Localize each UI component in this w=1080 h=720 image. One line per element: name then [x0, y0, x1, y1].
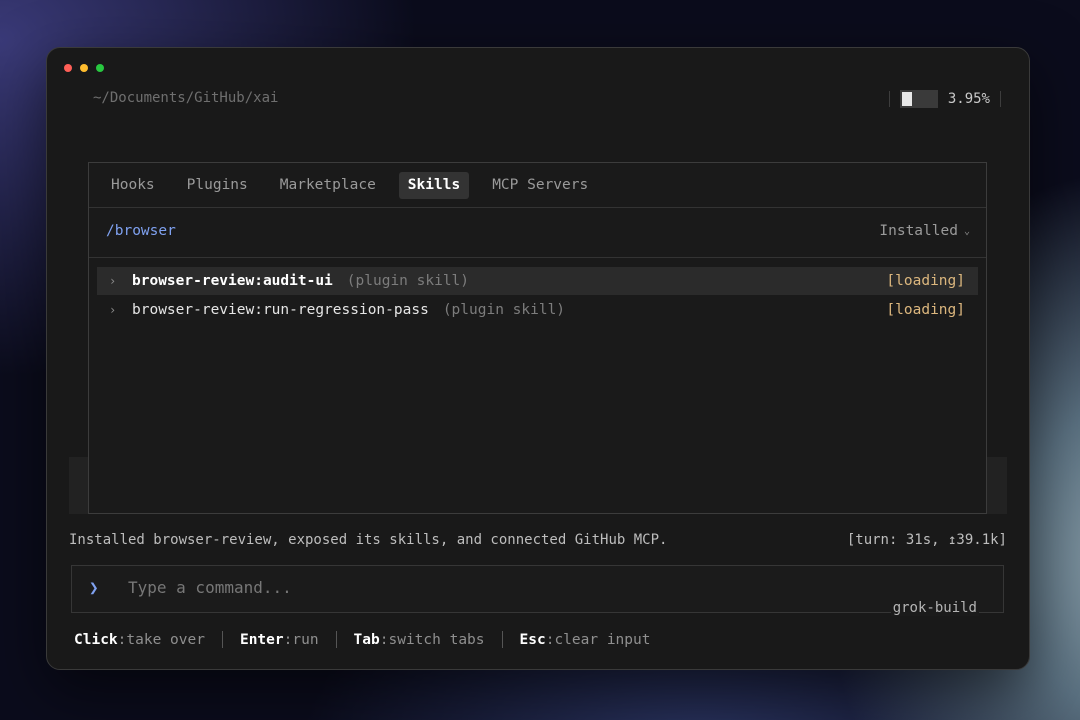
minimize-window-button[interactable] [80, 64, 88, 72]
chevron-right-icon[interactable]: › [97, 303, 132, 317]
prompt-chevron-icon: ❯ [89, 578, 99, 597]
skill-status: [loading] [886, 302, 965, 318]
context-usage-percent: 3.95% [947, 91, 990, 107]
command-box: ❯ grok-build [71, 565, 1004, 616]
extensions-panel: Hooks Plugins Marketplace Skills MCP Ser… [88, 162, 987, 514]
chevron-right-icon[interactable]: › [97, 274, 132, 288]
filter-query[interactable]: /browser [106, 223, 176, 239]
skill-name: browser-review:run-regression-pass [132, 302, 429, 318]
dropdown-label: Installed [879, 223, 958, 239]
skill-status: [loading] [886, 273, 965, 289]
tab-hooks[interactable]: Hooks [102, 172, 164, 199]
command-input[interactable] [128, 578, 828, 597]
current-directory: ~/Documents/GitHub/xai [93, 90, 279, 106]
divider [888, 91, 890, 107]
shortcut-click[interactable]: Click:take over [74, 632, 205, 648]
shortcut-action: :clear input [545, 631, 651, 648]
shortcut-bar: Click:take over Enter:run Tab:switch tab… [74, 631, 650, 648]
model-label: grok-build [890, 600, 979, 616]
shortcut-key: Click [74, 631, 118, 648]
context-usage: 3.95% [888, 88, 1001, 110]
status-message: Installed browser-review, exposed its sk… [69, 532, 668, 548]
shortcut-action: :run [283, 631, 319, 648]
shortcut-tab[interactable]: Tab:switch tabs [354, 632, 485, 648]
divider [335, 631, 337, 648]
close-window-button[interactable] [64, 64, 72, 72]
divider [501, 631, 503, 648]
context-usage-fill [901, 92, 912, 106]
shortcut-key: Esc [519, 631, 546, 648]
installed-filter-dropdown[interactable]: Installed ⌄ [879, 223, 970, 239]
tab-plugins[interactable]: Plugins [178, 172, 257, 199]
context-usage-bar [899, 90, 938, 108]
skill-name: browser-review:audit-ui [132, 273, 333, 289]
shortcut-action: :switch tabs [379, 631, 485, 648]
divider [221, 631, 223, 648]
shortcut-key: Tab [353, 631, 380, 648]
turn-info: [turn: 31s, ↥39.1k] [846, 532, 1007, 548]
terminal-window: ~/Documents/GitHub/xai 3.95% Hooks Plugi… [46, 47, 1030, 670]
chevron-down-icon: ⌄ [963, 225, 970, 237]
tab-bar: Hooks Plugins Marketplace Skills MCP Ser… [89, 163, 986, 208]
skill-kind: (plugin skill) [346, 273, 470, 289]
tab-skills[interactable]: Skills [398, 171, 470, 199]
list-item[interactable]: › browser-review:audit-ui (plugin skill)… [97, 267, 978, 295]
shortcut-key: Enter [239, 631, 284, 648]
maximize-window-button[interactable] [96, 64, 104, 72]
tab-marketplace[interactable]: Marketplace [271, 172, 385, 199]
shortcut-esc[interactable]: Esc:clear input [520, 632, 651, 648]
filter-row: /browser Installed ⌄ [89, 208, 986, 258]
shortcut-action: :take over [117, 631, 205, 648]
tab-mcp-servers[interactable]: MCP Servers [483, 172, 597, 199]
divider [1000, 91, 1001, 107]
list-item[interactable]: › browser-review:run-regression-pass (pl… [97, 296, 978, 324]
skills-list: › browser-review:audit-ui (plugin skill)… [89, 258, 986, 324]
shortcut-enter[interactable]: Enter:run [240, 632, 319, 648]
skill-kind: (plugin skill) [442, 302, 566, 318]
